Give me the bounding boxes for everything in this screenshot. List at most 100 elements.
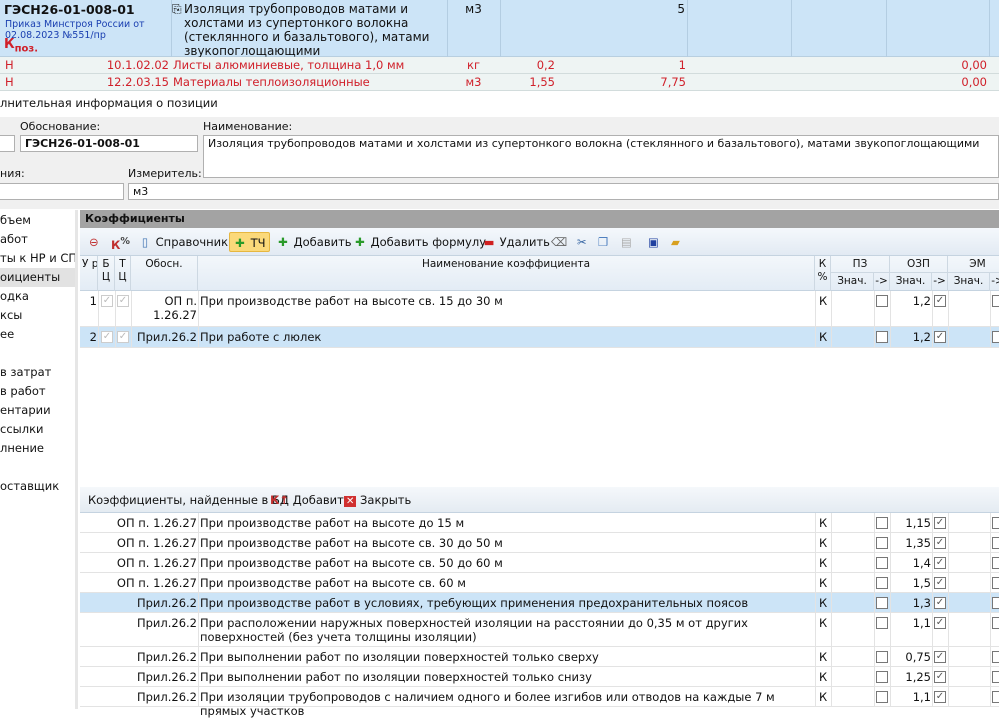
sidebar-item[interactable]: ссылки	[0, 420, 75, 439]
copy-icon[interactable]: ❐	[595, 232, 611, 252]
basis-input[interactable]: ГЭСН26-01-008-01	[20, 135, 198, 152]
col-ozp-arrow[interactable]: ->	[932, 273, 948, 291]
found-add-button[interactable]: К↑ Добавить	[270, 487, 351, 513]
found-row[interactable]: ОП п. 1.26.27 При производстве работ на в…	[80, 513, 999, 533]
found-row[interactable]: ОП п. 1.26.27 При производстве работ на в…	[80, 533, 999, 553]
em-checkbox[interactable]	[992, 577, 999, 589]
em-checkbox[interactable]	[992, 537, 999, 549]
em-checkbox[interactable]	[992, 517, 999, 529]
col-em-arrow[interactable]: ->	[990, 273, 999, 291]
ozp-checkbox[interactable]: ✓	[934, 617, 946, 629]
pz-checkbox[interactable]	[876, 671, 888, 683]
col-em[interactable]: ЭМ	[948, 256, 999, 273]
ozp-checkbox[interactable]: ✓	[934, 671, 946, 683]
sidebar-item[interactable]: в работ	[0, 382, 75, 401]
unit-input[interactable]: м3	[128, 183, 999, 200]
pz-checkbox[interactable]	[876, 557, 888, 569]
ozp-checkbox[interactable]: ✓	[934, 537, 946, 549]
reference-button[interactable]: ▯ Справочник	[135, 232, 231, 252]
save-icon[interactable]: ▣	[645, 232, 662, 252]
sidebar-item[interactable]: в затрат	[0, 363, 75, 382]
coef-row[interactable]: 1 ✓ ✓ ОП п. 1.26.27 При производстве работ н…	[80, 291, 999, 327]
found-row[interactable]: ОП п. 1.26.27 При производстве работ на в…	[80, 573, 999, 593]
em-checkbox[interactable]	[992, 617, 999, 629]
add-formula-button[interactable]: ✚ Добавить формулу	[350, 232, 489, 252]
em-checkbox[interactable]	[992, 597, 999, 609]
col-name[interactable]: Наименование коэффициента	[198, 256, 815, 291]
col-pz[interactable]: ПЗ	[831, 256, 890, 273]
remove-coef-icon[interactable]: ⊖	[86, 232, 102, 252]
sidebar-item[interactable]: лнение	[0, 439, 75, 458]
kpoz-badge[interactable]: Кпоз.	[4, 37, 38, 55]
eraser-icon[interactable]: ⌫	[548, 232, 570, 252]
ozp-checkbox[interactable]: ✓	[934, 557, 946, 569]
pz-checkbox[interactable]	[876, 597, 888, 609]
sidebar-item[interactable]: абот	[0, 230, 75, 249]
pz-checkbox[interactable]	[876, 577, 888, 589]
found-row[interactable]: ОП п. 1.26.27 При производстве работ на в…	[80, 553, 999, 573]
position-row[interactable]: ГЭСН26-01-008-01 Приказ Минстроя России …	[0, 0, 999, 91]
pz-checkbox[interactable]	[876, 651, 888, 663]
pz-checkbox[interactable]	[876, 517, 888, 529]
name-textarea[interactable]: Изоляция трубопроводов матами и холстами…	[203, 135, 999, 178]
ozp-checkbox[interactable]: ✓	[934, 651, 946, 663]
em-checkbox[interactable]	[992, 557, 999, 569]
ozp-checkbox[interactable]: ✓	[934, 691, 946, 703]
open-folder-icon[interactable]: ▰	[668, 232, 683, 252]
found-row[interactable]: Прил.26.2 При производстве работ в услови…	[80, 593, 999, 613]
em-checkbox[interactable]	[992, 331, 999, 343]
k-percent-button[interactable]: К%	[108, 232, 133, 252]
number-input[interactable]	[0, 135, 15, 152]
delete-button[interactable]: ▬ Удалить	[479, 232, 553, 252]
pz-checkbox[interactable]	[876, 295, 888, 307]
sidebar-item[interactable]: оставщик	[0, 477, 75, 496]
em-checkbox[interactable]	[992, 651, 999, 663]
sidebar-item[interactable]: ты к НР и СП	[0, 249, 75, 268]
bc-checkbox[interactable]: ✓	[101, 331, 113, 343]
sidebar-item[interactable]: ее	[0, 325, 75, 344]
col-pz-arrow[interactable]: ->	[874, 273, 890, 291]
pz-checkbox[interactable]	[876, 537, 888, 549]
pz-checkbox[interactable]	[876, 691, 888, 703]
paste-icon[interactable]: ▤	[618, 232, 635, 252]
tc-checkbox[interactable]: ✓	[117, 295, 129, 307]
found-row[interactable]: Прил.26.2 При расположении наружных повер…	[80, 613, 999, 647]
col-ozp-value[interactable]: Знач.	[890, 273, 932, 291]
resource-row[interactable]: Н 12.2.03.15 Материалы теплоизоляционные м3…	[0, 74, 999, 91]
left-input[interactable]	[0, 183, 124, 200]
col-bc[interactable]: Б Ц	[98, 256, 115, 291]
found-row[interactable]: Прил.26.2 При выполнении работ по изоляци…	[80, 667, 999, 687]
bc-checkbox[interactable]: ✓	[101, 295, 113, 307]
add-button[interactable]: ✚ Добавить	[273, 232, 355, 252]
ozp-checkbox[interactable]: ✓	[934, 331, 946, 343]
sidebar-item[interactable]: ентарии	[0, 401, 75, 420]
ozp-checkbox[interactable]: ✓	[934, 517, 946, 529]
ozp-checkbox[interactable]: ✓	[934, 295, 946, 307]
found-row[interactable]: Прил.26.2 При выполнении работ по изоляци…	[80, 647, 999, 667]
tch-button[interactable]: ✚ ТЧ	[229, 232, 270, 252]
ozp-checkbox[interactable]: ✓	[934, 597, 946, 609]
col-pz-value[interactable]: Знач.	[831, 273, 874, 291]
sidebar-item[interactable]: бъем	[0, 211, 75, 230]
coef-row[interactable]: 2 ✓ ✓ Прил.26.2 При работе с люлек К 1,2 ✓	[80, 327, 999, 348]
ozp-checkbox[interactable]: ✓	[934, 577, 946, 589]
col-ur[interactable]: У р	[82, 256, 98, 291]
col-basis[interactable]: Обосн.	[131, 256, 198, 291]
sidebar-item[interactable]: одка	[0, 287, 75, 306]
resource-row[interactable]: Н 10.1.02.02 Листы алюминиевые, толщина 1,…	[0, 57, 999, 74]
paperclip-icon[interactable]: ⎘	[172, 2, 182, 17]
em-checkbox[interactable]	[992, 691, 999, 703]
pz-checkbox[interactable]	[876, 617, 888, 629]
sidebar-item[interactable]: ксы	[0, 306, 75, 325]
em-checkbox[interactable]	[992, 671, 999, 683]
pz-checkbox[interactable]	[876, 331, 888, 343]
found-row[interactable]: Прил.26.2 При изоляции трубопроводов с на…	[80, 687, 999, 718]
col-em-value[interactable]: Знач.	[948, 273, 990, 291]
em-checkbox[interactable]	[992, 295, 999, 307]
col-tc[interactable]: Т Ц	[115, 256, 131, 291]
cut-icon[interactable]: ✂	[574, 232, 590, 252]
tc-checkbox[interactable]: ✓	[117, 331, 129, 343]
sidebar-item[interactable]: оициенты	[0, 268, 75, 287]
found-close-button[interactable]: ✕ Закрыть	[344, 487, 411, 515]
col-kpercent[interactable]: К %	[815, 256, 831, 291]
